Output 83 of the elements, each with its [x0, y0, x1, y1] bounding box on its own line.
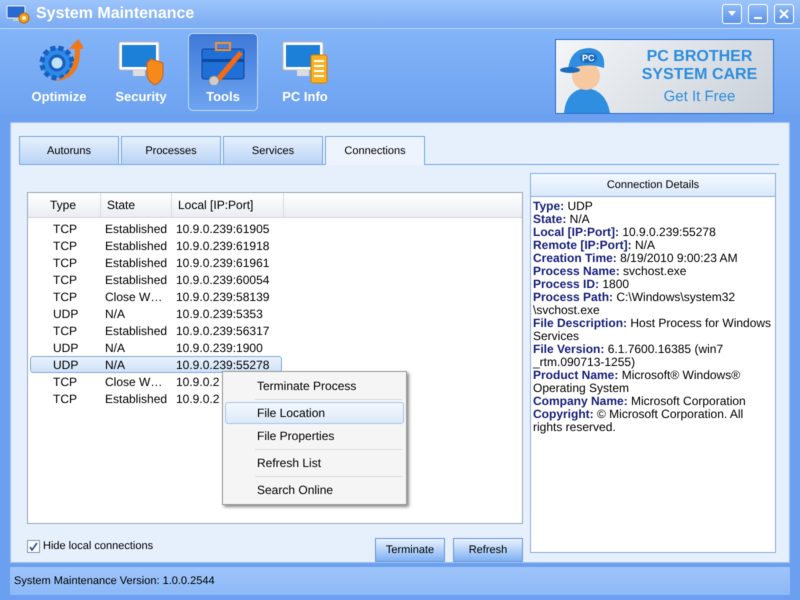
action-button[interactable]: Refresh [453, 538, 523, 562]
table-cell: 10.9.0.239:61905 [176, 222, 270, 236]
banner-title: PC BROTHER [646, 48, 752, 66]
table-row[interactable]: TCP Established 10.9.0.239:61918 [30, 237, 282, 254]
table-row[interactable]: TCP Established 10.9.0.239:60054 [30, 271, 282, 288]
menu-item[interactable]: File Location [225, 402, 404, 424]
table-cell: 10.9.0.239:55278 [176, 358, 270, 372]
table-cell-text: Established [105, 256, 168, 270]
column-header[interactable]: State [101, 193, 172, 218]
table-cell-text: Established [105, 272, 168, 287]
table-cell-text: UDP [52, 306, 80, 321]
menu-button[interactable] [722, 4, 742, 24]
table-cell-text: Established [105, 324, 168, 338]
detail-line: Company Name: Microsoft Corporation [532, 395, 747, 408]
table-cell: 10.9.0.239:58139 [176, 290, 270, 304]
detail-line: File Version: 6.1.7600.16385 (win7 _rtm.090713-1255) [532, 343, 724, 370]
detail-line: Process ID: 1800 [532, 278, 630, 292]
table-cell-text: TCP [52, 290, 78, 304]
table-cell-text: Close W… [105, 290, 164, 304]
table-cell: 10.9.0.2 [176, 392, 220, 406]
menu-item[interactable]: Refresh List [225, 452, 404, 474]
minimize-button[interactable] [748, 4, 768, 24]
detail-line: Remote [IP:Port]: N/A [532, 239, 656, 252]
detail-line: Copyright: © Microsoft Corporation. All rights reserved. [532, 408, 744, 434]
table-row[interactable]: TCP Established 10.9.0.239:61905 [30, 220, 282, 238]
table-cell-text: N/A [105, 340, 126, 355]
table-cell-text: N/A [105, 306, 126, 321]
table-cell: 10.9.0.239:61918 [176, 238, 270, 253]
table-cell: 10.9.0.239:1900 [176, 340, 263, 355]
detail-line: Process Name: svchost.exe [532, 265, 688, 278]
menu-item[interactable]: Search Online [225, 479, 404, 501]
table-cell-text: TCP [52, 238, 78, 253]
tab[interactable]: Connections [325, 136, 425, 166]
detail-line: Local [IP:Port]: 10.9.0.239:55278 [532, 226, 717, 240]
close-icon [777, 6, 791, 21]
table-cell-text: UDP [52, 340, 80, 355]
detail-line: File Description: Host Process for Windows Services [532, 317, 772, 344]
table-cell-text: UDP [52, 358, 80, 372]
detail-line: Product Name: Microsoft® Windows® Operating System [533, 369, 742, 396]
table-cell: 10.9.0.239:5353 [176, 306, 263, 321]
tab[interactable]: Autoruns [19, 136, 119, 164]
table-cell-text: TCP [52, 256, 78, 270]
table-row[interactable]: UDP N/A 10.9.0.239:1900 [30, 339, 282, 356]
table-cell-text: TCP [52, 374, 78, 389]
table-row[interactable]: TCP Close W… 10.9.0.239:58139 [30, 288, 282, 306]
table-cell-text: Established [105, 238, 168, 253]
action-button[interactable]: Terminate [375, 538, 445, 562]
close-button[interactable] [774, 4, 794, 24]
ad-banner[interactable]: PC PC BROTHER SYSTEM CARE Get It Free [555, 38, 774, 114]
minimize-icon [754, 16, 762, 19]
table-row[interactable]: UDP N/A 10.9.0.239:5353 [30, 305, 282, 322]
version-text: System Maintenance Version: 1.0.0.2544 [14, 575, 215, 587]
detail-line: State: N/A [532, 213, 591, 226]
column-header[interactable]: Local [IP:Port] [172, 193, 284, 218]
table-cell-text: TCP [52, 272, 78, 287]
hide-local-checkbox[interactable]: Hide local connections [27, 540, 154, 553]
table-cell: 10.9.0.239:61961 [176, 256, 270, 270]
column-header[interactable]: Type [28, 193, 101, 218]
table-cell-text: Established [105, 392, 168, 406]
panel-header: Connection Details [531, 174, 775, 198]
table-cell-text: N/A [105, 358, 126, 372]
table-row[interactable]: TCP Established 10.9.0.239:61961 [30, 254, 282, 272]
detail-line: Creation Time: 8/19/2010 9:00:23 AM [532, 252, 739, 266]
table-cell-text: TCP [52, 324, 78, 338]
table-row[interactable]: UDP N/A 10.9.0.239:55278 [30, 356, 282, 374]
table-cell-text: Established [105, 222, 168, 236]
table-cell: 10.9.0.239:56317 [176, 324, 270, 338]
check-icon [29, 542, 38, 551]
tab[interactable]: Services [223, 136, 323, 164]
app-icon [6, 4, 30, 24]
table-cell: 10.9.0.239:60054 [176, 272, 270, 287]
table-cell-text: Close W… [105, 374, 164, 389]
detail-line: Type: UDP [532, 200, 594, 214]
table-cell: 10.9.0.2 [176, 374, 220, 389]
menu-item[interactable]: File Properties [225, 425, 404, 447]
menu-item[interactable]: Terminate Process [225, 375, 404, 397]
table-cell-text: TCP [52, 222, 78, 236]
window-title: System Maintenance [36, 4, 196, 23]
tab[interactable]: Processes [121, 136, 221, 164]
detail-line: Process Path: C:\Windows\system32 \svchost.exe [532, 291, 736, 318]
table-cell-text: TCP [52, 392, 78, 406]
banner-title: SYSTEM CARE [642, 66, 758, 84]
table-row[interactable]: TCP Established 10.9.0.239:56317 [30, 322, 282, 340]
